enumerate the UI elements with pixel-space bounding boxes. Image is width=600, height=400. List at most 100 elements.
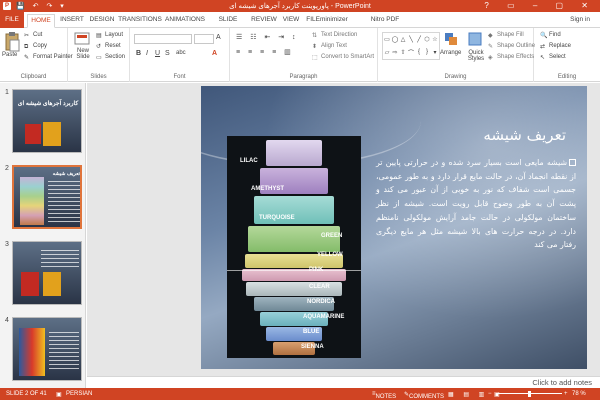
font-size-combo[interactable] bbox=[194, 34, 214, 44]
notes-toggle-label: NOTES bbox=[375, 394, 397, 400]
paste-button[interactable]: Paste bbox=[2, 52, 17, 58]
zoom-slider-thumb[interactable] bbox=[528, 391, 531, 397]
underline-button[interactable]: U bbox=[155, 50, 160, 57]
slide-thumbnail-3[interactable] bbox=[12, 241, 82, 305]
slide-editor: LILAC AMETHYST TURQUOISE GREEN YELLOW PI… bbox=[87, 83, 600, 376]
slide-thumbnail-2[interactable]: تعریف شیشه bbox=[12, 165, 82, 229]
glass-label-yellow: YELLOW bbox=[317, 252, 343, 258]
text-direction-button[interactable]: ⇅ Text Direction bbox=[312, 32, 357, 39]
layout-label: Layout bbox=[105, 32, 124, 38]
tab-view[interactable]: VIEW bbox=[280, 14, 302, 28]
quick-styles-button[interactable]: Quick Styles bbox=[466, 50, 486, 62]
glass-block-photo[interactable]: LILAC AMETHYST TURQUOISE GREEN YELLOW PI… bbox=[227, 136, 361, 358]
smartart-button[interactable]: ⬚ Convert to SmartArt bbox=[312, 54, 374, 61]
notes-pane[interactable]: Click to add notes bbox=[87, 376, 600, 388]
glass-label-green: GREEN bbox=[321, 233, 343, 239]
new-slide-button[interactable]: New Slide bbox=[72, 48, 94, 60]
quick-access-toolbar[interactable]: 💾 ↶ ↷ ▾ bbox=[16, 2, 67, 10]
copy-icon: ⧉ bbox=[24, 44, 29, 50]
cut-button[interactable]: ✂ Cut bbox=[24, 32, 42, 39]
align-text-button[interactable]: ⬍ Align Text bbox=[312, 43, 347, 50]
new-slide-icon[interactable] bbox=[74, 32, 90, 48]
slide-title[interactable]: تعریف شیشه bbox=[406, 126, 566, 144]
zoom-in-button[interactable]: + bbox=[564, 391, 568, 397]
tab-review[interactable]: REVIEW bbox=[250, 14, 278, 28]
shadow-button[interactable]: abc bbox=[176, 50, 186, 56]
reset-button[interactable]: ↺ Reset bbox=[96, 43, 121, 50]
shapes-gallery[interactable]: ▭ ◯ △ ╲ ╱ ⬡ ☆ ▱ ⇨ ⇧ ⌒{} ▾ bbox=[382, 32, 440, 60]
italic-button[interactable]: I bbox=[146, 50, 148, 57]
tab-nitro-pdf[interactable]: Nitro PDF Professional bbox=[352, 14, 418, 35]
section-icon: ▭ bbox=[96, 55, 102, 61]
grow-font-icon[interactable]: A bbox=[216, 34, 221, 41]
text-direction-label: Text Direction bbox=[321, 32, 358, 38]
tab-slide-show[interactable]: SLIDE SHOW bbox=[208, 14, 248, 35]
slide-thumbnail-4[interactable] bbox=[12, 317, 82, 381]
spellcheck-icon[interactable]: ▣ bbox=[56, 391, 62, 398]
arrange-button[interactable]: Arrange bbox=[440, 50, 461, 56]
list-buttons[interactable]: ☰ ☷ ⇤ ⇥ ↕ bbox=[236, 33, 299, 41]
font-group: A B I U S abc A Font bbox=[130, 28, 230, 82]
strikethrough-button[interactable]: S bbox=[165, 50, 170, 57]
shape-outline-button[interactable]: ✎ Shape Outline bbox=[488, 43, 535, 50]
drawing-group: ▭ ◯ △ ╲ ╱ ⬡ ☆ ▱ ⇨ ⇧ ⌒{} ▾ Arrange Quick Styles ◆ Sh… bbox=[378, 28, 535, 82]
slide-thumbnail-1[interactable]: کاربرد آجرهای شیشه ای bbox=[12, 89, 82, 153]
slide-thumbnails-pane: 1 کاربرد آجرهای شیشه ای 2 تعریف شیشه 3 4 bbox=[0, 83, 86, 388]
current-slide[interactable]: LILAC AMETHYST TURQUOISE GREEN YELLOW PI… bbox=[201, 86, 587, 369]
glass-label-clear: CLEAR bbox=[309, 284, 330, 290]
paste-icon[interactable] bbox=[4, 32, 20, 52]
ribbon-tabs: FILE HOME INSERT DESIGN TRANSITIONS ANIM… bbox=[0, 12, 600, 35]
tab-transitions[interactable]: TRANSITIONS bbox=[118, 14, 162, 28]
slide-body-paragraph: شیشه مایعی است بسیار سرد شده و در حرارتی… bbox=[376, 158, 576, 250]
clipboard-group-label: Clipboard bbox=[20, 74, 47, 80]
font-color-button[interactable]: A bbox=[212, 50, 217, 57]
reset-label: Reset bbox=[105, 43, 121, 49]
arrange-icon[interactable] bbox=[444, 32, 460, 48]
pen-icon: ✎ bbox=[488, 44, 494, 50]
sign-in-link[interactable]: Sign in bbox=[570, 16, 590, 23]
select-button[interactable]: ↖ Select bbox=[540, 54, 566, 61]
glass-label-pink: PINK bbox=[309, 267, 324, 273]
pink-highlight-line bbox=[227, 270, 361, 271]
slide-body-text[interactable]: شیشه مایعی است بسیار سرد شده و در حرارتی… bbox=[376, 156, 576, 252]
section-label: Section bbox=[105, 54, 126, 60]
cursor-icon: ↖ bbox=[540, 55, 546, 61]
ribbon: Paste ✂ Cut ⧉ Copy ✎ Format Painter Clipboa… bbox=[0, 28, 600, 82]
tab-animations[interactable]: ANIMATIONS bbox=[164, 14, 206, 28]
zoom-level[interactable]: 78 % bbox=[572, 391, 586, 397]
language-indicator[interactable]: PERSIAN bbox=[66, 391, 92, 397]
zoom-out-button[interactable]: − bbox=[488, 391, 492, 397]
bold-button[interactable]: B bbox=[136, 50, 141, 57]
comments-toggle[interactable]: ✎ COMMENTS bbox=[404, 391, 444, 400]
glass-label-sienna: SIENNA bbox=[301, 344, 324, 350]
section-button[interactable]: ▭ Section bbox=[96, 54, 125, 61]
window-controls[interactable]: ? ▭ – ▢ ✕ bbox=[484, 1, 596, 10]
format-painter-button[interactable]: ✎ Format Painter bbox=[24, 54, 73, 61]
slides-group: New Slide ▤ Layout ↺ Reset ▭ Section Slides bbox=[68, 28, 130, 82]
tab-insert[interactable]: INSERT bbox=[58, 14, 86, 28]
replace-button[interactable]: ⇄ Replace bbox=[540, 43, 571, 50]
slides-group-label: Slides bbox=[90, 74, 107, 80]
cut-label: Cut bbox=[33, 32, 43, 38]
notes-toggle[interactable]: ≡ NOTES bbox=[372, 391, 396, 400]
quick-styles-icon[interactable] bbox=[468, 32, 484, 48]
copy-button[interactable]: ⧉ Copy bbox=[24, 43, 47, 51]
thumbnail-yellow-block bbox=[43, 122, 61, 146]
shape-fill-button[interactable]: ◆ Shape Fill bbox=[488, 32, 524, 39]
tab-home[interactable]: HOME bbox=[27, 14, 55, 28]
copy-label: Copy bbox=[33, 43, 48, 49]
alignment-buttons[interactable]: ≡ ≡ ≡ ≡ ▥ bbox=[236, 48, 294, 56]
tab-design[interactable]: DESIGN bbox=[88, 14, 116, 28]
shape-effects-button[interactable]: ◈ Shape Effects bbox=[488, 54, 534, 61]
font-name-combo[interactable] bbox=[134, 34, 192, 44]
tab-fileminimizer[interactable]: FILEminimizer bbox=[304, 14, 350, 28]
find-button[interactable]: 🔍 Find bbox=[540, 32, 561, 39]
editing-group: 🔍 Find ⇄ Replace ↖ Select Editing bbox=[534, 28, 600, 82]
layout-button[interactable]: ▤ Layout bbox=[96, 32, 123, 39]
align-text-label: Align Text bbox=[321, 43, 347, 49]
powerpoint-logo-icon: P bbox=[3, 2, 11, 10]
tab-file[interactable]: FILE bbox=[0, 12, 24, 28]
drawing-group-label: Drawing bbox=[444, 74, 467, 80]
brush-icon: ✎ bbox=[24, 55, 30, 61]
shape-effects-label: Shape Effects bbox=[497, 54, 535, 60]
